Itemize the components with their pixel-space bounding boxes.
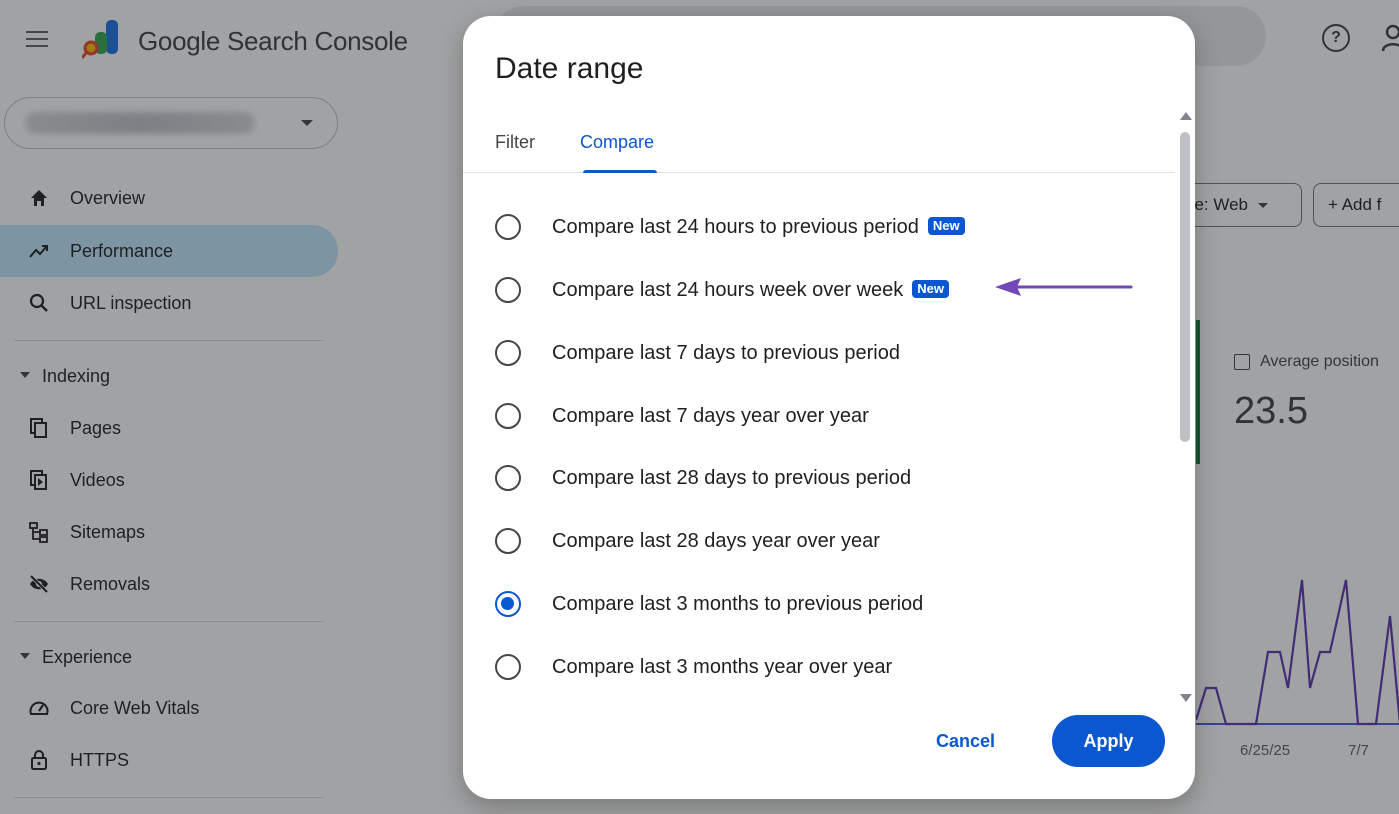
annotation-arrow-icon xyxy=(995,278,1133,296)
option-label: Compare last 24 hours to previous period… xyxy=(552,216,965,239)
option-label: Compare last 28 days year over year xyxy=(552,530,880,552)
option-label: Compare last 3 months to previous period xyxy=(552,593,924,615)
option-3m-previous-period[interactable]: Compare last 3 months to previous period xyxy=(495,579,1155,629)
new-badge: New xyxy=(912,280,950,298)
apply-button[interactable]: Apply xyxy=(1052,715,1165,767)
option-label: Compare last 7 days to previous period xyxy=(552,342,900,364)
scroll-up-arrow-icon[interactable] xyxy=(1180,112,1192,120)
option-label: Compare last 3 months year over year xyxy=(552,656,893,678)
tab-filter[interactable]: Filter xyxy=(495,132,535,172)
option-3m-year-over-year[interactable]: Compare last 3 months year over year xyxy=(495,642,1155,692)
radio-button[interactable] xyxy=(495,465,521,491)
radio-button[interactable] xyxy=(495,214,521,240)
option-7d-year-over-year[interactable]: Compare last 7 days year over year xyxy=(495,391,1155,441)
option-28d-previous-period[interactable]: Compare last 28 days to previous period xyxy=(495,453,1155,503)
cancel-button[interactable]: Cancel xyxy=(924,715,1007,767)
option-label: Compare last 7 days year over year xyxy=(552,405,869,427)
dialog-scrollbar[interactable] xyxy=(1178,112,1192,712)
dialog-tabs: Filter Compare xyxy=(463,116,1175,173)
radio-button[interactable] xyxy=(495,528,521,554)
radio-button[interactable] xyxy=(495,277,521,303)
active-tab-indicator xyxy=(583,170,657,173)
option-text: Compare last 24 hours week over week xyxy=(552,279,904,301)
new-badge: New xyxy=(927,217,965,235)
option-label: Compare last 24 hours week over week New xyxy=(552,279,950,302)
scrollbar-thumb[interactable] xyxy=(1180,132,1190,442)
option-28d-year-over-year[interactable]: Compare last 28 days year over year xyxy=(495,516,1155,566)
radio-button-checked[interactable] xyxy=(495,591,521,617)
scroll-down-arrow-icon[interactable] xyxy=(1180,694,1192,702)
date-range-dialog: Date range Filter Compare Compare last 2… xyxy=(463,16,1195,799)
option-24h-previous-period[interactable]: Compare last 24 hours to previous period… xyxy=(495,202,1155,252)
radio-button[interactable] xyxy=(495,654,521,680)
option-text: Compare last 24 hours to previous period xyxy=(552,216,919,238)
option-label: Compare last 28 days to previous period xyxy=(552,467,912,489)
tab-compare[interactable]: Compare xyxy=(580,132,654,172)
radio-button[interactable] xyxy=(495,403,521,429)
dialog-title: Date range xyxy=(495,52,644,85)
radio-button[interactable] xyxy=(495,340,521,366)
option-7d-previous-period[interactable]: Compare last 7 days to previous period xyxy=(495,328,1155,378)
